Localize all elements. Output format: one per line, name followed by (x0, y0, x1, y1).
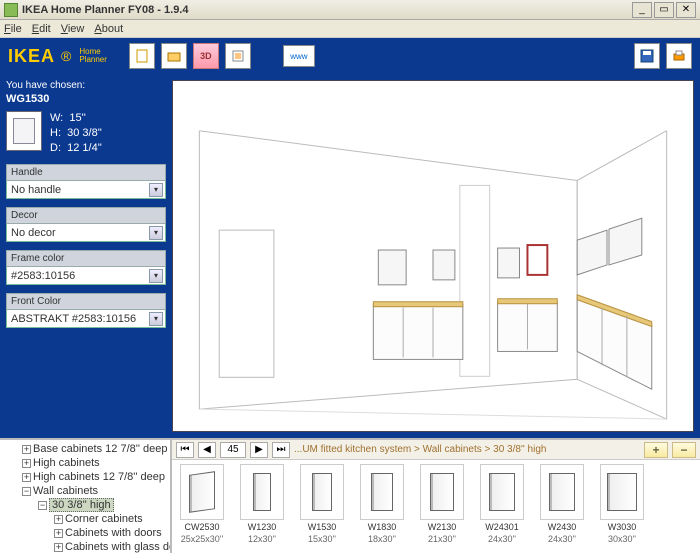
prop-front: Front Color ABSTRAKT #2583:10156 ▾ (6, 293, 166, 328)
tool-www-button[interactable]: www (283, 45, 315, 67)
menu-file[interactable]: File (4, 23, 22, 35)
tree-wall[interactable]: Wall cabinets (33, 485, 98, 497)
tree-base[interactable]: Base cabinets 12 7/8'' deep (33, 443, 167, 455)
tool-3d-button[interactable]: 3D (193, 43, 219, 69)
window-buttons: _ ▭ ✕ (632, 2, 696, 18)
catalog-item[interactable]: CW253025x25x30'' (180, 464, 224, 544)
logo-text: IKEA (8, 46, 55, 67)
menubar: File Edit View About (0, 20, 700, 38)
menu-about[interactable]: About (94, 23, 123, 35)
logo-reg: ® (61, 48, 71, 64)
chosen-label: You have chosen: (6, 80, 166, 91)
catalog-strip: ⏮ ◀ 45 ▶ ⏭ ...UM fitted kitchen system >… (172, 440, 700, 460)
zoom-out-button[interactable]: − (672, 442, 696, 458)
prop-decor-label: Decor (6, 207, 166, 224)
toolbar: IKEA ® Home Planner 3D www (0, 38, 700, 74)
viewport-wrap (172, 74, 700, 438)
prop-handle-select[interactable]: No handle ▾ (6, 181, 166, 199)
tool-print-button[interactable] (666, 43, 692, 69)
catalog-thumbs: CW253025x25x30'' W123012x30'' W153015x30… (172, 460, 700, 553)
chosen-name: WG1530 (6, 93, 166, 105)
prop-frame: Frame color #2583:10156 ▾ (6, 250, 166, 285)
room-render (173, 81, 693, 431)
catalog-item[interactable]: W213021x30'' (420, 464, 464, 544)
tree-high[interactable]: High cabinets (33, 457, 100, 469)
prop-frame-label: Frame color (6, 250, 166, 267)
prop-front-select[interactable]: ABSTRAKT #2583:10156 ▾ (6, 310, 166, 328)
tree-30high[interactable]: 30 3/8'' high (49, 498, 114, 512)
tool-open-button[interactable] (161, 43, 187, 69)
tree-corner[interactable]: Corner cabinets (65, 513, 143, 525)
catalog-item[interactable]: W123012x30'' (240, 464, 284, 544)
chosen-dims: W: 15'' H: 30 3/8'' D: 12 1/4'' (50, 111, 102, 156)
titlebar: IKEA Home Planner FY08 - 1.9.4 _ ▭ ✕ (0, 0, 700, 20)
chevron-down-icon: ▾ (149, 226, 163, 240)
maximize-button[interactable]: ▭ (654, 2, 674, 18)
tree-panel[interactable]: +Base cabinets 12 7/8'' deep +High cabin… (0, 440, 172, 553)
menu-edit[interactable]: Edit (32, 23, 51, 35)
prop-front-label: Front Color (6, 293, 166, 310)
tool-list-button[interactable] (225, 43, 251, 69)
logo-sublabel: Home Planner (77, 48, 107, 64)
nav-next-button[interactable]: ▶ (250, 442, 268, 458)
close-button[interactable]: ✕ (676, 2, 696, 18)
main-area: You have chosen: WG1530 W: 15'' H: 30 3/… (0, 74, 700, 438)
tree-doors[interactable]: Cabinets with doors (65, 527, 162, 539)
chevron-down-icon: ▾ (149, 183, 163, 197)
catalog-panel: ⏮ ◀ 45 ▶ ⏭ ...UM fitted kitchen system >… (172, 440, 700, 553)
chosen-row: W: 15'' H: 30 3/8'' D: 12 1/4'' (6, 111, 166, 156)
sidebar: You have chosen: WG1530 W: 15'' H: 30 3/… (0, 74, 172, 438)
3d-canvas[interactable] (172, 80, 694, 432)
prop-handle-label: Handle (6, 164, 166, 181)
chevron-down-icon: ▾ (149, 269, 163, 283)
menu-view[interactable]: View (61, 23, 85, 35)
prop-frame-select[interactable]: #2583:10156 ▾ (6, 267, 166, 285)
tool-save-button[interactable] (634, 43, 660, 69)
prop-decor: Decor No decor ▾ (6, 207, 166, 242)
zoom-in-button[interactable]: + (644, 442, 668, 458)
catalog-item[interactable]: W2430124x30'' (480, 464, 524, 544)
catalog-item[interactable]: W183018x30'' (360, 464, 404, 544)
window-title: IKEA Home Planner FY08 - 1.9.4 (22, 4, 632, 16)
prop-decor-select[interactable]: No decor ▾ (6, 224, 166, 242)
chosen-thumbnail (6, 111, 42, 151)
breadcrumb: ...UM fitted kitchen system > Wall cabin… (294, 444, 640, 455)
nav-last-button[interactable]: ⏭ (272, 442, 290, 458)
nav-prev-button[interactable]: ◀ (198, 442, 216, 458)
chevron-down-icon: ▾ (149, 312, 163, 326)
bottom-panel: +Base cabinets 12 7/8'' deep +High cabin… (0, 438, 700, 553)
app-icon (4, 3, 18, 17)
tool-new-button[interactable] (129, 43, 155, 69)
nav-first-button[interactable]: ⏮ (176, 442, 194, 458)
minimize-button[interactable]: _ (632, 2, 652, 18)
page-field[interactable]: 45 (220, 442, 246, 458)
catalog-item[interactable]: W153015x30'' (300, 464, 344, 544)
tree-high2[interactable]: High cabinets 12 7/8'' deep (33, 471, 165, 483)
tree-glass[interactable]: Cabinets with glass door(s) (65, 541, 172, 553)
catalog-item[interactable]: W243024x30'' (540, 464, 584, 544)
catalog-item[interactable]: W303030x30'' (600, 464, 644, 544)
prop-handle: Handle No handle ▾ (6, 164, 166, 199)
